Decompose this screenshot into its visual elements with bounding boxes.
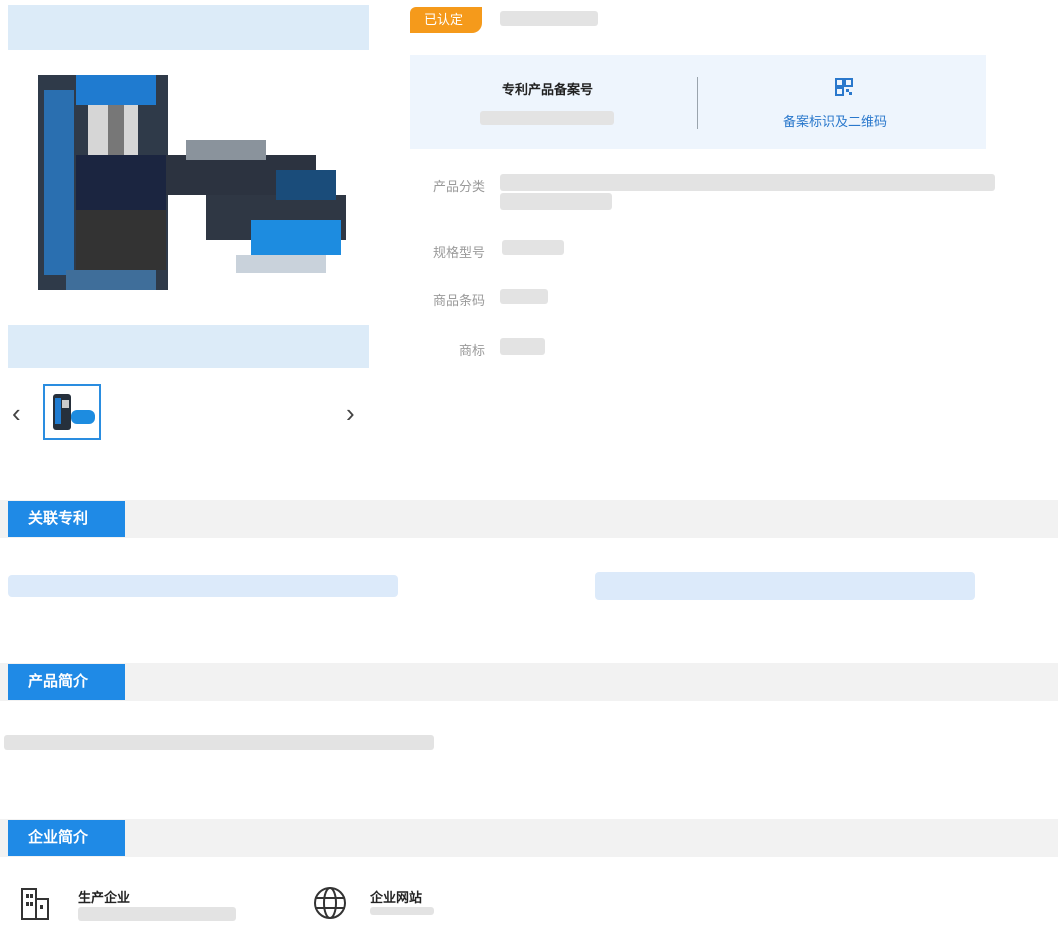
gallery-prev-button[interactable]: ‹ xyxy=(12,400,21,426)
globe-icon xyxy=(312,885,348,926)
product-intro-header: 产品简介 xyxy=(8,664,125,700)
model-label: 规格型号 xyxy=(432,245,485,260)
building-icon xyxy=(20,885,50,926)
barcode-label: 商品条码 xyxy=(432,293,485,308)
product-title-redacted xyxy=(500,11,598,26)
qr-record-link[interactable]: 备案标识及二维码 xyxy=(783,111,887,130)
record-number-label: 专利产品备案号 xyxy=(502,82,594,97)
brand-value-redacted xyxy=(500,338,545,355)
gallery-thumbnail[interactable] xyxy=(43,384,101,440)
gallery-top-bar xyxy=(8,5,369,50)
product-intro-text-redacted xyxy=(4,735,434,750)
model-value-redacted xyxy=(502,240,564,255)
gallery-bottom-bar xyxy=(8,325,369,368)
qr-code-icon[interactable] xyxy=(835,78,853,101)
related-patents-header: 关联专利 xyxy=(8,501,125,537)
gallery-next-button[interactable]: › xyxy=(346,400,355,426)
website-label: 企业网站 xyxy=(370,890,423,905)
product-intro-band xyxy=(0,663,1058,701)
product-main-image xyxy=(36,70,352,292)
barcode-value-redacted xyxy=(500,289,548,304)
related-patent-link-2[interactable] xyxy=(595,572,975,600)
company-intro-header: 企业简介 xyxy=(8,820,125,856)
record-number-redacted xyxy=(480,111,614,125)
record-divider xyxy=(697,77,698,129)
related-patents-band xyxy=(0,500,1058,538)
manufacturer-label: 生产企业 xyxy=(78,890,131,905)
category-value-redacted-2 xyxy=(500,193,612,210)
category-value-redacted xyxy=(500,174,995,191)
website-value-redacted[interactable] xyxy=(370,907,434,915)
certified-badge: 已认定 xyxy=(410,7,482,33)
brand-label: 商标 xyxy=(458,343,485,358)
category-label: 产品分类 xyxy=(432,179,485,194)
company-intro-band xyxy=(0,819,1058,857)
patent-record-box: 专利产品备案号 备案标识及二维码 xyxy=(410,55,986,149)
manufacturer-value-redacted[interactable] xyxy=(78,907,236,921)
related-patent-link-1[interactable] xyxy=(8,575,398,597)
